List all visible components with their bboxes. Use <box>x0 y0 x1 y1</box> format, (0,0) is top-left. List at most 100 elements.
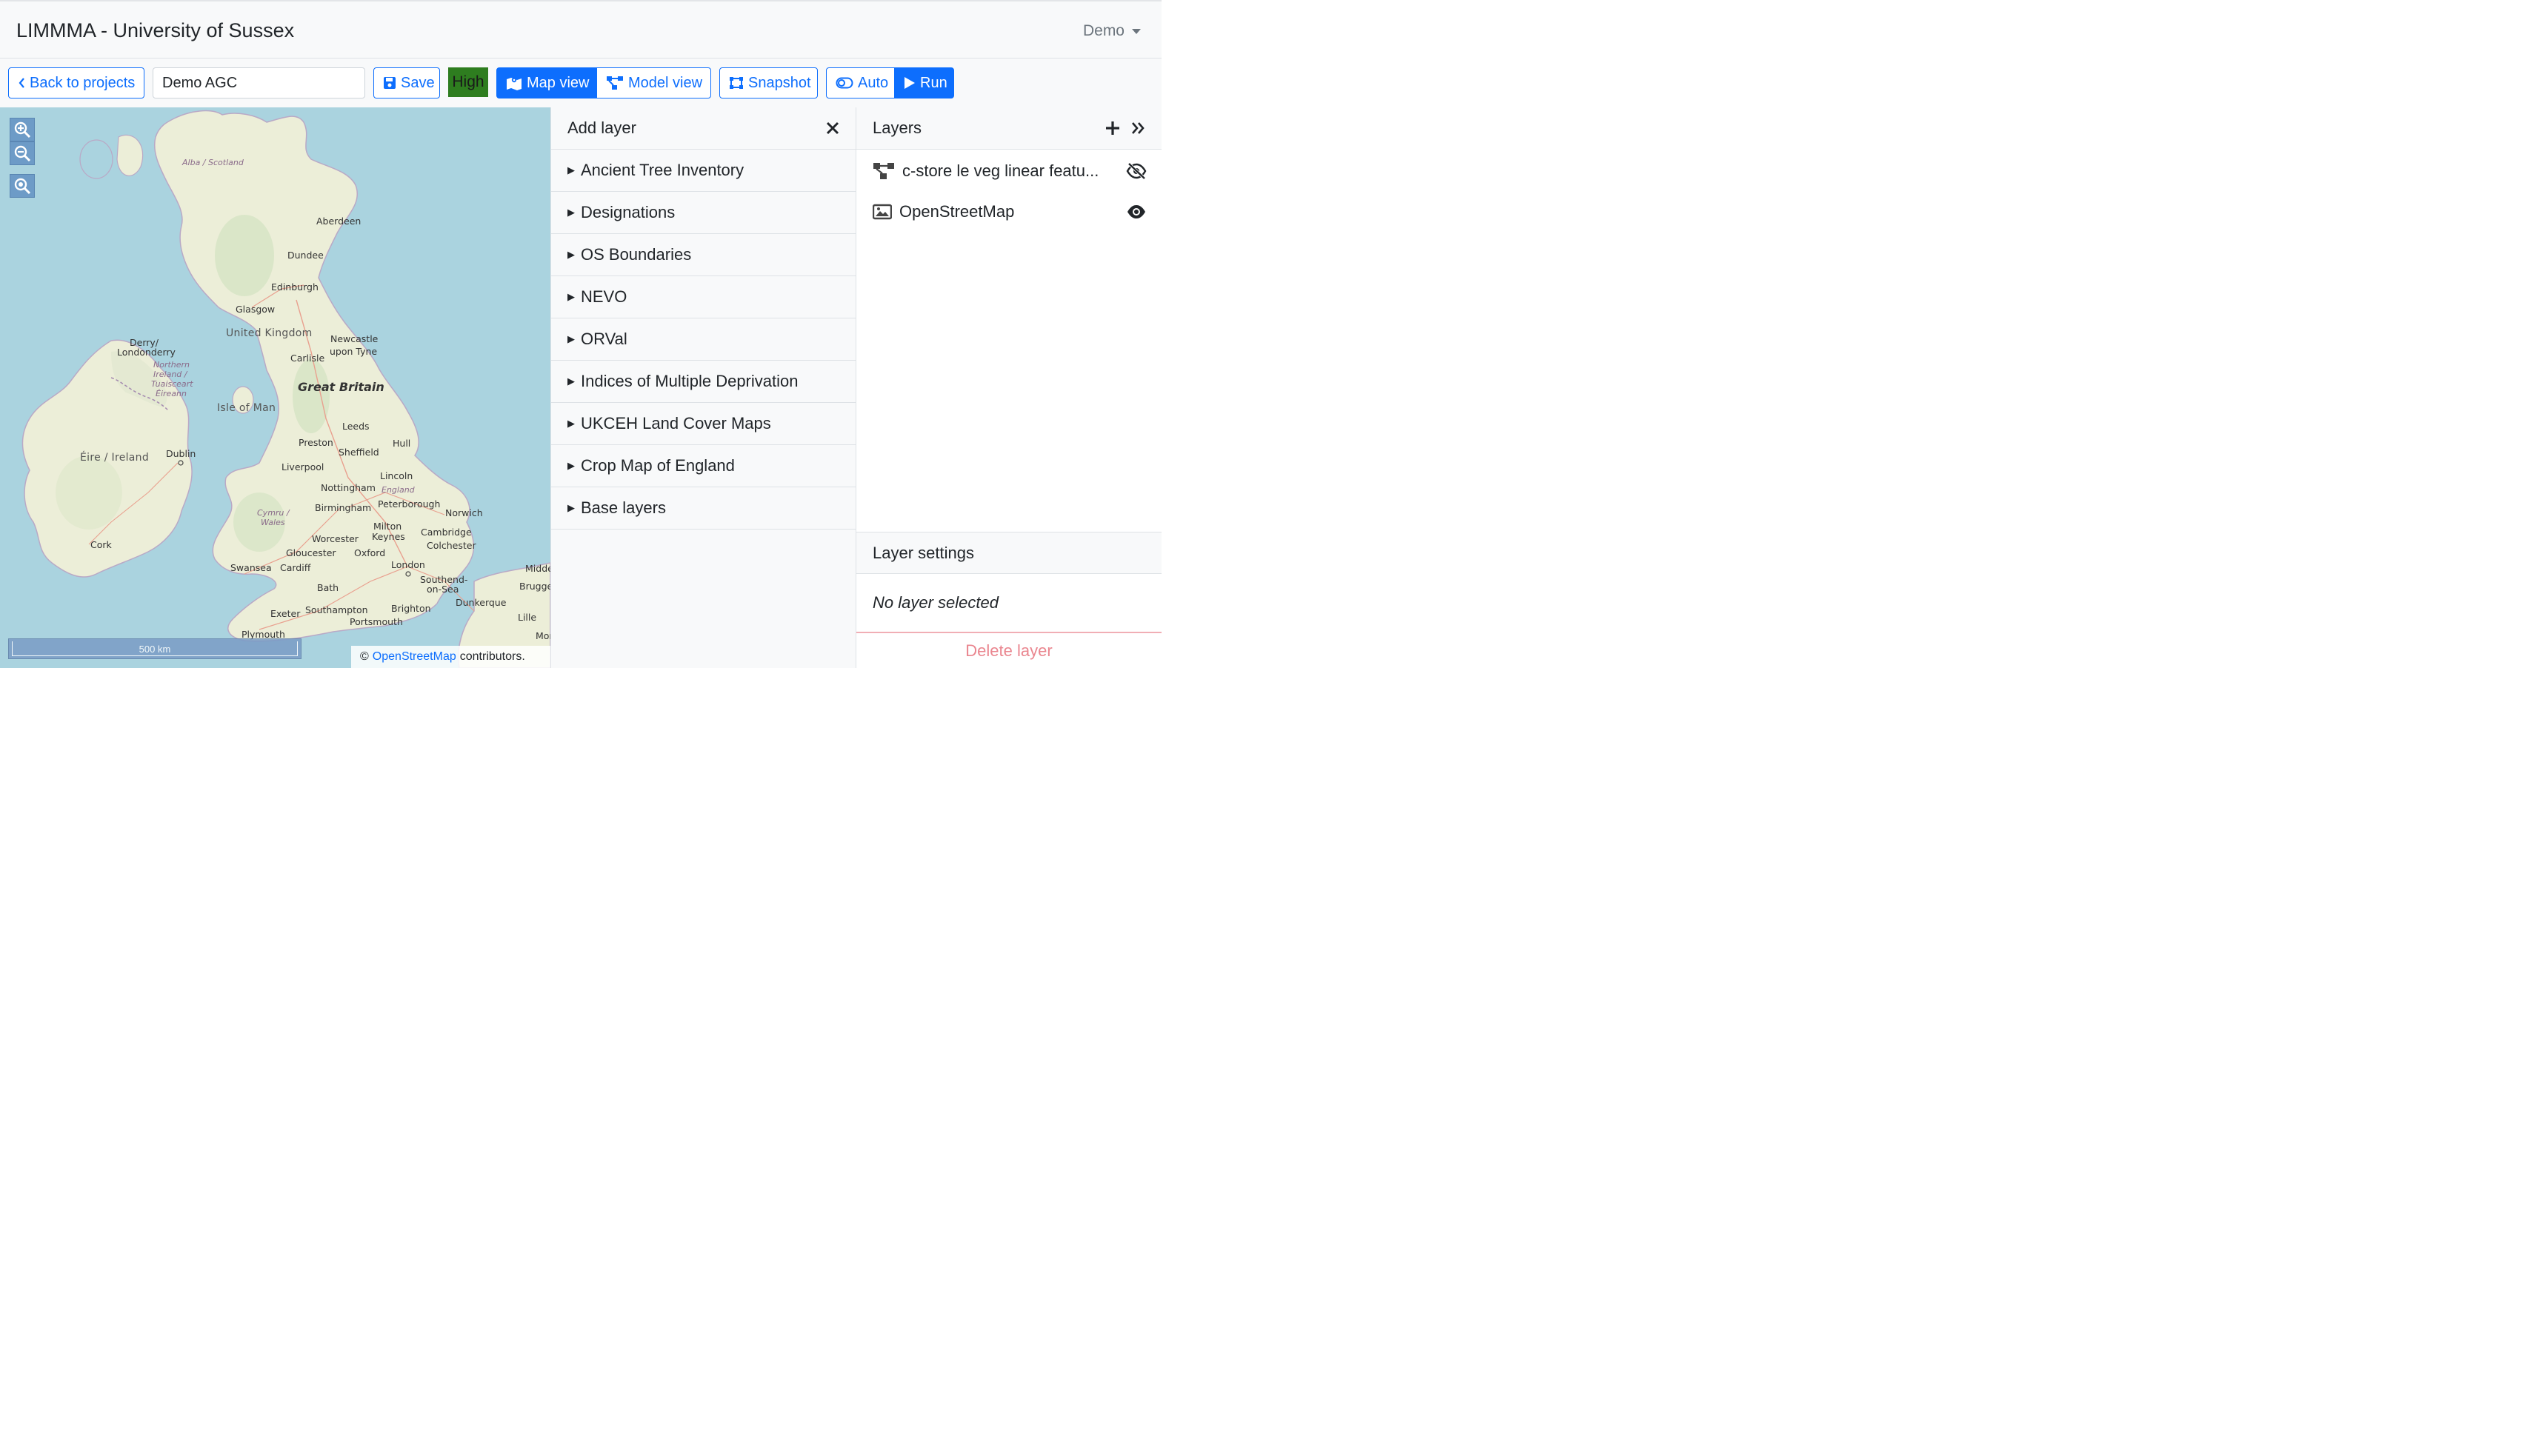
chevron-left-icon <box>18 77 25 89</box>
map-label-mor: Mor <box>536 630 550 641</box>
map-label-dublin: Dublin <box>166 448 196 459</box>
quality-toggle[interactable]: High <box>448 67 488 97</box>
map-label-birmingham: Birmingham <box>315 502 372 513</box>
close-icon[interactable] <box>826 121 839 135</box>
model-view-button[interactable]: Model view <box>596 67 711 98</box>
map-label-oxford: Oxford <box>354 547 386 558</box>
auto-label: Auto <box>858 74 889 91</box>
accordion-item-ancient-tree-inventory[interactable]: ▶ Ancient Tree Inventory <box>551 150 856 192</box>
run-button[interactable]: Run <box>894 67 954 98</box>
auto-toggle-button[interactable]: Auto <box>826 67 895 98</box>
floppy-disk-icon <box>383 76 396 90</box>
accordion-item-designations[interactable]: ▶ Designations <box>551 192 856 234</box>
accordion-item-label: OS Boundaries <box>581 245 692 264</box>
caret-right-icon: ▶ <box>567 164 575 176</box>
map-label-brugge: Brugge <box>519 581 550 592</box>
user-name: Demo <box>1082 22 1125 39</box>
add-layer-header: Add layer <box>551 107 856 150</box>
map-label-cambridge: Cambridge <box>421 527 472 538</box>
map-label-dunkerque: Dunkerque <box>456 597 507 608</box>
accordion-item-os-boundaries[interactable]: ▶ OS Boundaries <box>551 234 856 276</box>
map-label-isle-of-man: Isle of Man <box>217 402 276 414</box>
layer-row-cstore[interactable]: c-store le veg linear featu... <box>873 156 1147 186</box>
map-label-newcastle-2: upon Tyne <box>330 346 378 357</box>
double-chevron-right-icon[interactable] <box>1130 121 1145 135</box>
zoom-extent-icon <box>14 178 31 195</box>
model-view-label: Model view <box>628 74 703 91</box>
zoom-in-button[interactable] <box>10 118 35 141</box>
map-label-colchester: Colchester <box>427 540 476 551</box>
attribution-suffix: contributors. <box>459 650 525 663</box>
basemap-graphic <box>21 110 550 668</box>
zoom-to-extent-button[interactable] <box>10 174 35 198</box>
map-label-eire: Éire / Ireland <box>80 452 150 464</box>
map-label-united-kingdom: United Kingdom <box>226 327 313 339</box>
user-menu-dropdown[interactable]: Demo <box>1083 22 1141 40</box>
save-button[interactable]: Save <box>373 67 440 98</box>
delete-layer-button[interactable]: Delete layer <box>856 632 1162 668</box>
accordion-item-crop-map-of-england[interactable]: ▶ Crop Map of England <box>551 445 856 487</box>
accordion-item-orval[interactable]: ▶ ORVal <box>551 318 856 361</box>
map-canvas[interactable]: Alba / Scotland Aberdeen Dundee Edinburg… <box>0 107 550 668</box>
snapshot-label: Snapshot <box>748 74 811 91</box>
layer-row-openstreetmap[interactable]: OpenStreetMap <box>873 197 1147 227</box>
accordion-item-label: Ancient Tree Inventory <box>581 161 744 179</box>
map-label-newcastle-1: Newcastle <box>330 333 379 344</box>
graph-model-icon <box>873 161 895 181</box>
add-layer-title: Add layer <box>567 118 636 137</box>
caret-right-icon: ▶ <box>567 418 575 429</box>
map-label-swansea: Swansea <box>230 562 272 573</box>
caret-right-icon: ▶ <box>567 291 575 302</box>
accordion-item-nevo[interactable]: ▶ NEVO <box>551 276 856 318</box>
map-label-worcester: Worcester <box>312 533 359 544</box>
map-label-bath: Bath <box>317 582 339 593</box>
map-label-carlisle: Carlisle <box>290 353 325 364</box>
layer-settings-header: Layer settings <box>856 532 1162 574</box>
map-label-glasgow: Glasgow <box>236 304 276 315</box>
scale-bar-label: 500 km <box>12 641 298 656</box>
toggle-off-icon <box>836 77 853 89</box>
eye-slash-icon[interactable] <box>1126 163 1147 179</box>
map-label-milton-1: Milton <box>373 521 402 532</box>
project-name-input[interactable] <box>153 67 365 98</box>
layer-name: c-store le veg linear featu... <box>902 161 1099 180</box>
map-view-button[interactable]: Map view <box>496 67 597 98</box>
navbar: LIMMMA - University of Sussex Demo <box>0 0 1162 59</box>
plus-icon[interactable] <box>1105 121 1120 136</box>
eye-icon[interactable] <box>1126 204 1147 219</box>
map-label-cardiff: Cardiff <box>280 562 311 573</box>
caret-right-icon: ▶ <box>567 333 575 344</box>
snapshot-button[interactable]: Snapshot <box>719 67 818 98</box>
map-label-gloucester: Gloucester <box>286 547 336 558</box>
map-label-london: London <box>391 559 425 570</box>
add-layer-panel: Add layer ▶ Ancient Tree Inventory ▶ Des… <box>550 107 856 668</box>
map-label-sheffield: Sheffield <box>339 447 379 458</box>
zoom-out-button[interactable] <box>10 141 35 165</box>
diagram-icon <box>606 76 624 90</box>
map-attribution: © OpenStreetMap contributors. <box>351 646 550 668</box>
accordion-item-indices-of-multiple-deprivation[interactable]: ▶ Indices of Multiple Deprivation <box>551 361 856 403</box>
accordion-item-base-layers[interactable]: ▶ Base layers <box>551 487 856 530</box>
map-label-ni-1: Northern <box>153 360 190 370</box>
map-label-exeter: Exeter <box>270 608 301 619</box>
back-to-projects-button[interactable]: Back to projects <box>8 67 144 98</box>
map-label-preston: Preston <box>299 437 333 448</box>
map-label-londonderry: Londonderry <box>117 347 176 358</box>
image-icon <box>873 204 892 220</box>
map-label-portsmouth: Portsmouth <box>350 616 403 627</box>
map-view-label: Map view <box>527 74 590 91</box>
map-label-southend-2: on-Sea <box>427 584 459 595</box>
zoom-in-icon <box>14 121 31 138</box>
map-label-aberdeen: Aberdeen <box>316 216 362 227</box>
openstreetmap-link[interactable]: OpenStreetMap <box>373 650 456 664</box>
map-label-southampton: Southampton <box>305 604 368 615</box>
layers-header: Layers <box>856 107 1162 150</box>
accordion-item-ukceh-land-cover-maps[interactable]: ▶ UKCEH Land Cover Maps <box>551 403 856 445</box>
layers-title: Layers <box>873 118 922 137</box>
accordion-item-label: ORVal <box>581 330 627 348</box>
save-label: Save <box>401 74 435 91</box>
map-label-hull: Hull <box>393 438 411 449</box>
map-label-lincoln: Lincoln <box>380 470 413 481</box>
caret-down-icon <box>1132 28 1141 34</box>
accordion-item-label: Base layers <box>581 498 666 517</box>
